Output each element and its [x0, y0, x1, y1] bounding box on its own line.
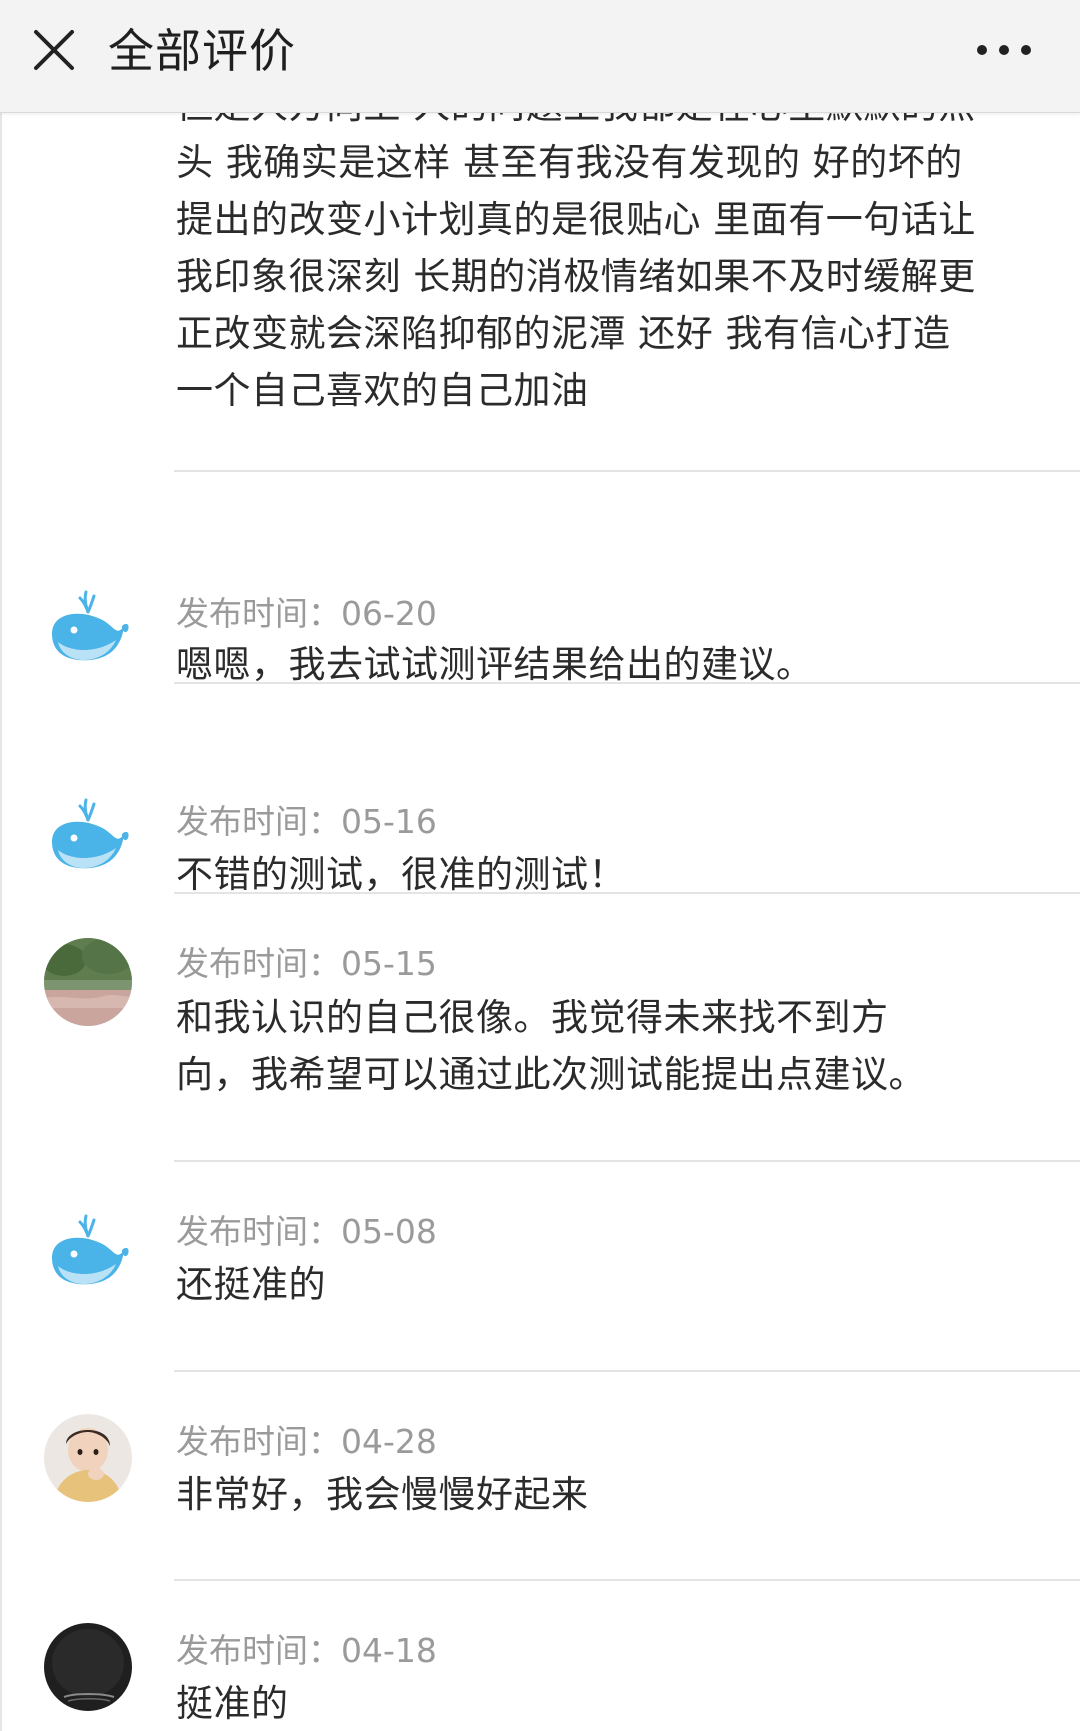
close-icon	[34, 30, 74, 70]
comment-text: 嗯嗯，我去试试测评结果给出的建议。	[176, 643, 814, 686]
divider	[174, 1160, 1080, 1162]
whale-avatar[interactable]	[44, 790, 132, 878]
more-button[interactable]	[964, 22, 1044, 78]
publish-time-label: 发布时间：	[176, 594, 341, 633]
publish-time-label: 发布时间：	[176, 802, 341, 841]
whale-avatar[interactable]	[44, 1206, 132, 1294]
publish-time-label: 发布时间：	[176, 944, 341, 983]
divider	[174, 470, 1080, 472]
comment-list[interactable]: 但是人方向上 人的问题上我都是在心里默默的点头 我确实是这样 甚至有我没有发现的…	[0, 112, 1080, 1731]
child-photo-avatar[interactable]	[44, 1414, 132, 1502]
comment-text: 非常好，我会慢慢好起来	[176, 1473, 589, 1516]
close-button[interactable]	[22, 18, 86, 82]
comment-text: 和我认识的自己很像。我觉得未来找不到方向，我希望可以通过此次测试能提出点建议。	[176, 996, 926, 1096]
publish-time: 发布时间：06-20	[176, 592, 437, 636]
divider	[174, 892, 1080, 894]
publish-time: 发布时间：04-28	[176, 1420, 437, 1464]
left-divider	[0, 112, 2, 1731]
publish-date: 04-18	[341, 1631, 437, 1670]
comment-text: 还挺准的	[176, 1263, 326, 1306]
page-title: 全部评价	[108, 24, 296, 78]
publish-time: 发布时间：04-18	[176, 1629, 437, 1673]
comment-text: 不错的测试，很准的测试！	[176, 853, 626, 896]
whale-avatar[interactable]	[44, 582, 132, 670]
publish-time-label: 发布时间：	[176, 1212, 341, 1251]
more-dots-icon	[977, 45, 1031, 55]
divider	[174, 1370, 1080, 1372]
publish-time: 发布时间：05-16	[176, 800, 437, 844]
publish-time-label: 发布时间：	[176, 1422, 341, 1461]
comment-text: 但是人方向上 人的问题上我都是在心里默默的点头 我确实是这样 甚至有我没有发现的…	[176, 112, 976, 412]
landscape-photo-avatar[interactable]	[44, 938, 132, 1026]
publish-date: 06-20	[341, 594, 437, 633]
publish-time-label: 发布时间：	[176, 1631, 341, 1670]
publish-date: 05-08	[341, 1212, 437, 1251]
publish-time: 发布时间：05-08	[176, 1210, 437, 1254]
top-bar: 全部评价	[0, 0, 1080, 113]
dark-photo-avatar[interactable]	[44, 1623, 132, 1711]
publish-time: 发布时间：05-15	[176, 942, 437, 986]
publish-date: 05-16	[341, 802, 437, 841]
publish-date: 05-15	[341, 944, 437, 983]
divider	[174, 1579, 1080, 1581]
publish-date: 04-28	[341, 1422, 437, 1461]
divider	[174, 682, 1080, 684]
comment-text: 挺准的	[176, 1682, 289, 1725]
